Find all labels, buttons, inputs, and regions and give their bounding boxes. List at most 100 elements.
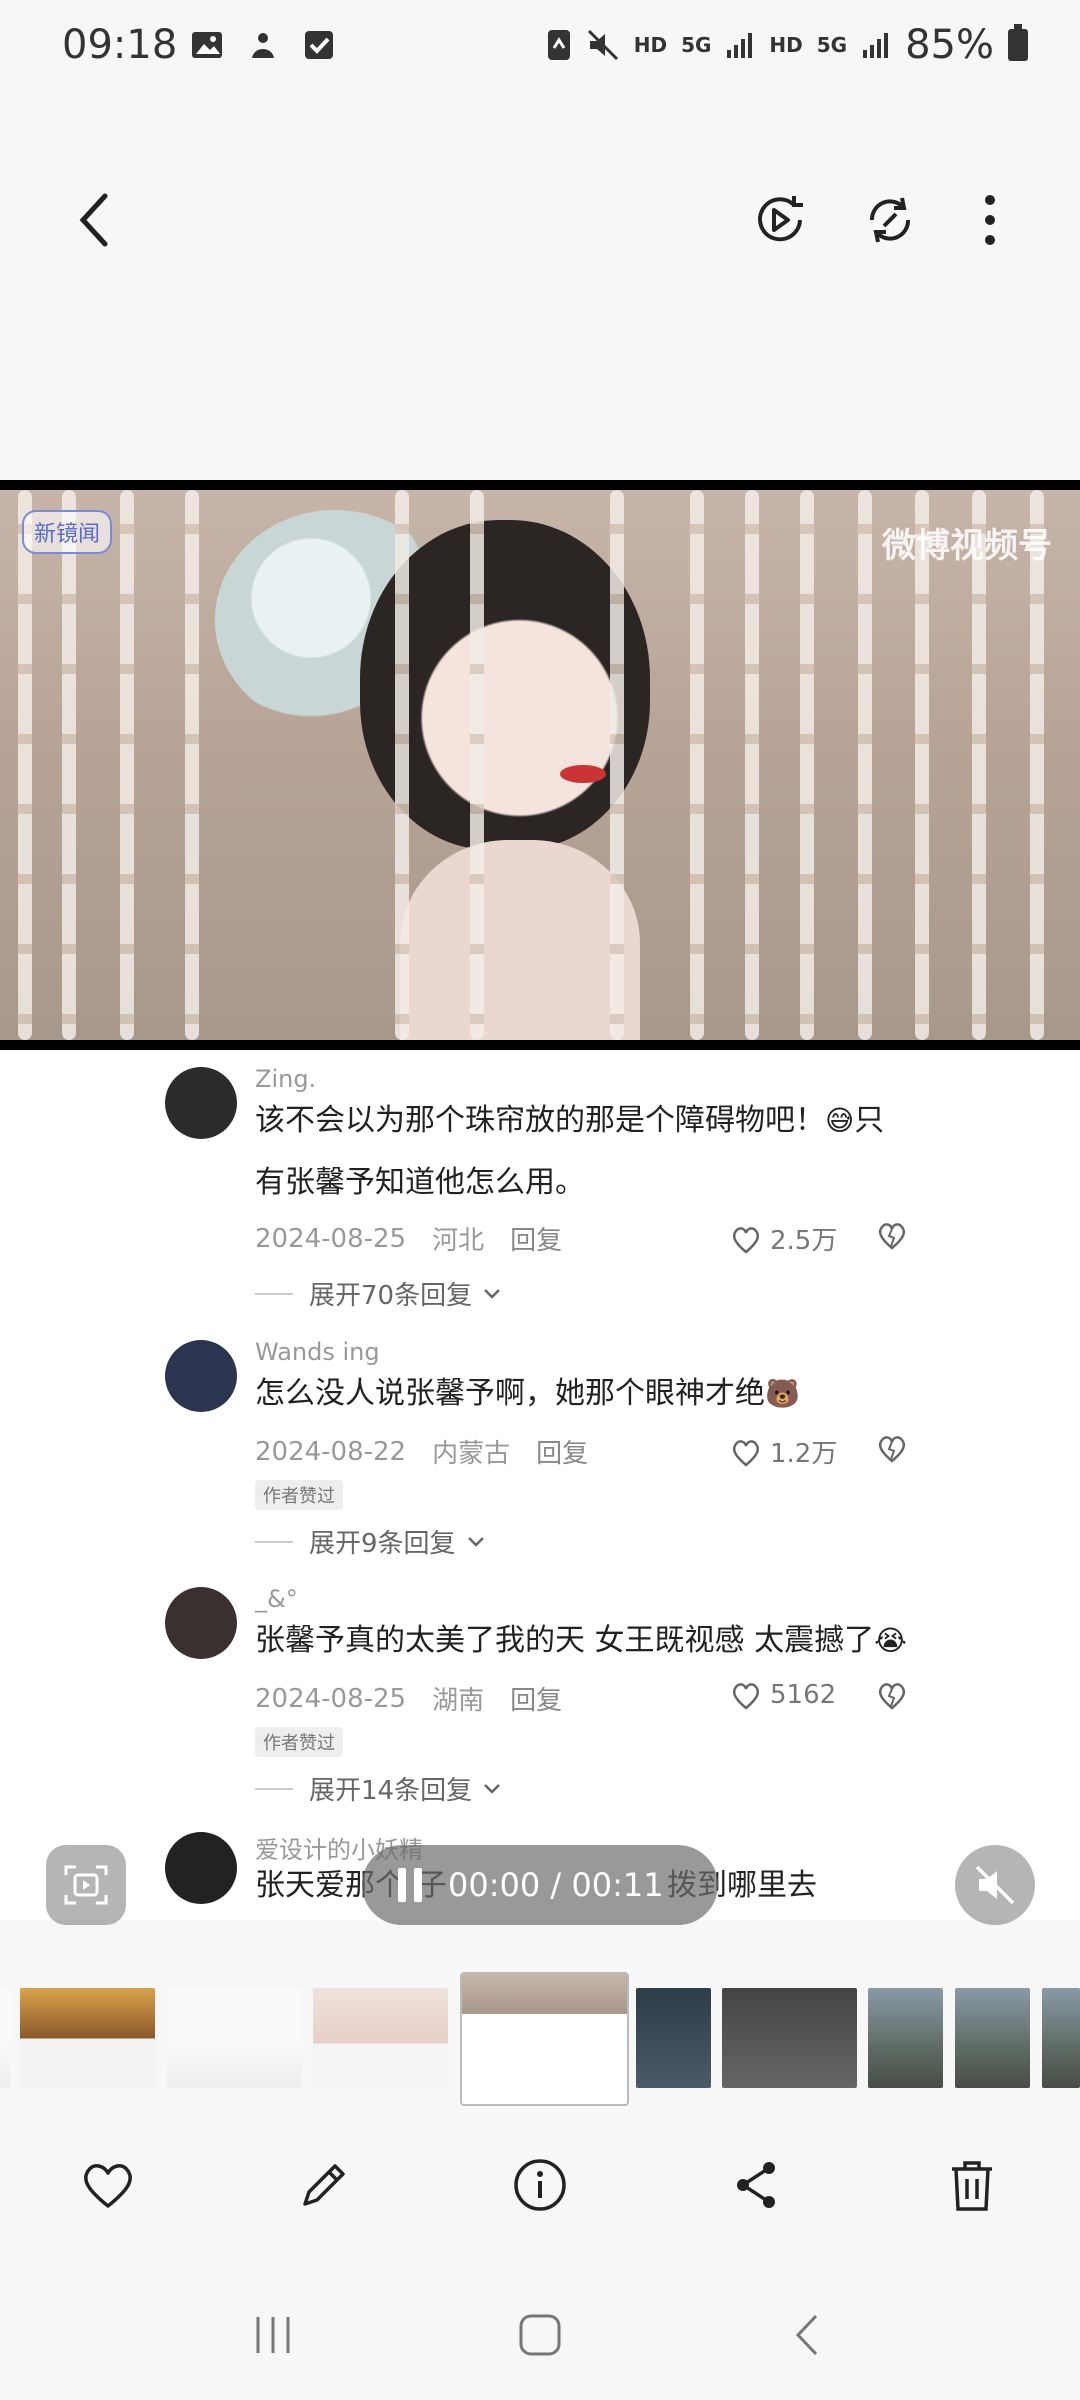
checkbox-notification-icon [305, 31, 333, 59]
status-time: 09:18 [62, 22, 178, 68]
chevron-down-icon [484, 1288, 500, 1299]
comment-text: 怎么没人说张馨予啊，她那个眼神才绝🐻 [255, 1363, 915, 1425]
pause-icon[interactable] [398, 1868, 422, 1902]
crying-emoji: 😭 [874, 1624, 907, 1657]
status-right: HD 5G HD 5G 85% [546, 22, 1028, 68]
broken-heart-icon [878, 1683, 906, 1710]
action-bar [0, 2120, 1080, 2250]
comment-text-line2: 有张馨予知道他怎么用。 [255, 1165, 585, 1200]
mute-status-icon [587, 29, 618, 61]
nav-back-button[interactable] [767, 2295, 847, 2375]
recent-apps-icon [256, 2317, 290, 2353]
expand-replies-label: 展开9条回复 [309, 1529, 456, 1559]
reply-button[interactable]: 回复 [510, 1220, 562, 1257]
thumbnail[interactable] [313, 1988, 448, 2088]
avatar [165, 1340, 237, 1412]
comment-meta: 2024-08-22 内蒙古 回复 [255, 1433, 588, 1470]
like-count: 5162 [770, 1680, 837, 1710]
figure-lips [560, 765, 606, 783]
network-5g-label-1: 5G [681, 33, 712, 57]
battery-icon [1008, 24, 1028, 61]
share-button[interactable] [716, 2145, 796, 2225]
thumbnail[interactable] [955, 1988, 1030, 2088]
reply-button[interactable]: 回复 [510, 1680, 562, 1717]
video-play-refresh-icon [758, 196, 803, 242]
avatar [165, 1587, 237, 1659]
dislike-button[interactable] [876, 1433, 908, 1467]
heart-outline-icon [732, 1439, 760, 1467]
broken-heart-icon [878, 1436, 906, 1463]
thumbnail[interactable] [868, 1988, 943, 2088]
like-button[interactable]: 1.2万 [730, 1433, 837, 1470]
thumbnail[interactable] [636, 1988, 711, 2088]
reply-button[interactable]: 回复 [536, 1433, 588, 1470]
watermark-logo-left: 新镜闻 [22, 510, 113, 554]
favorite-button[interactable] [68, 2145, 148, 2225]
gallery-notification-icon [192, 32, 222, 58]
expand-replies-label: 展开14条回复 [309, 1776, 473, 1806]
thumbnail[interactable] [20, 1988, 155, 2088]
thumbnail[interactable] [0, 1988, 10, 2088]
home-button[interactable] [500, 2295, 580, 2375]
figure-shoulders [400, 840, 640, 1040]
author-liked-badge: 作者赞过 [255, 1480, 343, 1510]
expand-replies-button[interactable]: 展开9条回复 [255, 1523, 486, 1560]
comment-text-line1: 怎么没人说张馨予啊，她那个眼神才绝 [255, 1376, 765, 1411]
delete-button[interactable] [932, 2145, 1012, 2225]
comment-location: 内蒙古 [432, 1439, 511, 1469]
comment-location: 湖南 [432, 1686, 485, 1716]
playback-time: 00:00 / 00:11 [448, 1866, 664, 1904]
play-video-button[interactable] [740, 180, 820, 260]
remaster-button[interactable] [850, 180, 930, 260]
like-count: 1.2万 [770, 1439, 838, 1469]
battery-percent: 85% [905, 22, 994, 68]
system-navigation-bar [0, 2270, 1080, 2400]
details-button[interactable] [500, 2145, 580, 2225]
thumbnail-filmstrip[interactable] [0, 1960, 1080, 2120]
back-button[interactable] [60, 180, 130, 260]
heart-outline-icon [732, 1683, 760, 1710]
author-liked-badge: 作者赞过 [255, 1727, 343, 1757]
comment-location: 河北 [432, 1226, 485, 1256]
comment-text: 该不会以为那个珠帘放的那是个障碍物吧！😅只 有张馨予知道他怎么用。 [255, 1090, 915, 1214]
rotate-sync-icon [869, 197, 911, 243]
more-vertical-icon [985, 195, 995, 245]
thumbnail[interactable] [167, 1988, 302, 2088]
thumbnail[interactable] [1042, 1988, 1080, 2088]
dislike-button[interactable] [876, 1220, 908, 1254]
thumbnail[interactable] [722, 1988, 857, 2088]
avatar [165, 1067, 237, 1139]
pencil-icon [303, 2164, 345, 2206]
signal-icon-2 [863, 33, 889, 58]
app-notification-icon [252, 33, 274, 58]
nav-back-icon [795, 2314, 817, 2356]
expand-replies-button[interactable]: 展开14条回复 [255, 1770, 502, 1807]
nfc-icon [547, 30, 570, 60]
like-button[interactable]: 5162 [730, 1680, 836, 1710]
like-button[interactable]: 2.5万 [730, 1220, 837, 1257]
capture-frame-button[interactable] [46, 1845, 126, 1925]
chevron-left-icon [79, 193, 108, 247]
more-options-button[interactable] [960, 180, 1020, 260]
info-icon [514, 2159, 566, 2211]
dislike-button[interactable] [876, 1680, 908, 1714]
comment-meta: 2024-08-25 河北 回复 [255, 1220, 562, 1257]
volume-mute-icon [975, 1865, 1015, 1905]
signal-icon [727, 33, 753, 58]
comment-meta: 2024-08-25 湖南 回复 [255, 1680, 562, 1717]
recent-apps-button[interactable] [233, 2295, 313, 2375]
edit-button[interactable] [284, 2145, 364, 2225]
home-icon [519, 2314, 561, 2356]
mute-button[interactable] [955, 1845, 1035, 1925]
hd-label-1: HD [633, 33, 668, 57]
chevron-down-icon [484, 1783, 500, 1794]
media-viewer[interactable]: 新镜闻 微博视频号 Zing. 该不会以为那个珠帘放的那是个障碍物吧！😅只 有张… [0, 480, 1080, 1920]
video-frame: 新镜闻 微博视频号 [0, 480, 1080, 1050]
expand-replies-label: 展开70条回复 [309, 1281, 473, 1311]
thumbnail-current[interactable] [460, 1972, 629, 2106]
comment-text-tail: 只 [854, 1103, 885, 1138]
expand-replies-button[interactable]: 展开70条回复 [255, 1275, 502, 1312]
broken-heart-icon [878, 1223, 906, 1250]
playback-control[interactable]: 00:00 / 00:11 [362, 1845, 718, 1925]
screenshot-icon [64, 1865, 108, 1905]
